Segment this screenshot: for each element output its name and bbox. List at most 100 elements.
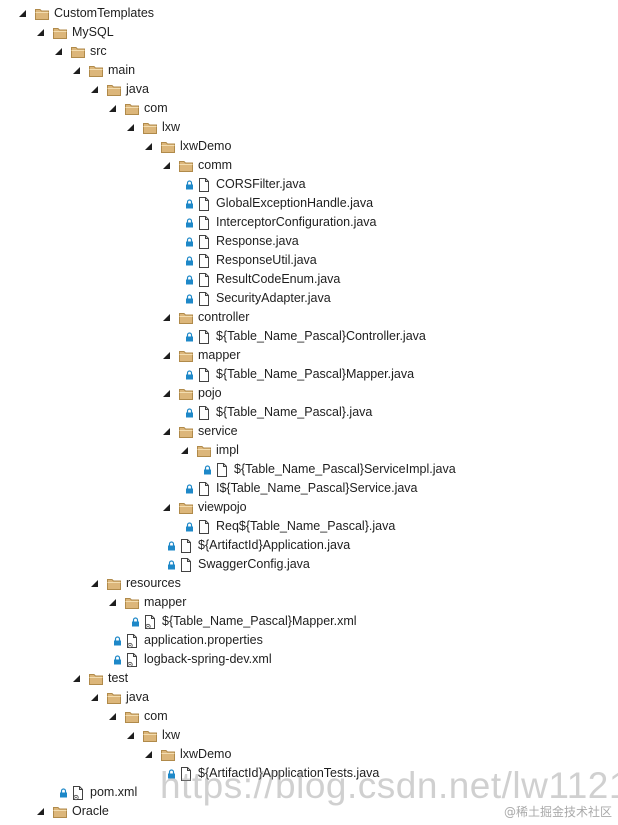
tree-item-label: pom.xml <box>90 785 138 799</box>
lock-icon <box>59 787 68 798</box>
expand-arrow-icon[interactable] <box>161 388 172 399</box>
tree-file-item[interactable]: I${Table_Name_Pascal}Service.java <box>185 479 418 498</box>
folder-icon <box>106 576 122 592</box>
expand-arrow-icon[interactable] <box>35 27 46 38</box>
folder-icon <box>196 443 212 459</box>
tree-folder-item[interactable]: mapper <box>161 346 240 365</box>
lock-icon <box>185 236 194 247</box>
tree-item-label: mapper <box>144 595 187 609</box>
expand-arrow-icon[interactable] <box>161 502 172 513</box>
expand-arrow-icon[interactable] <box>125 730 136 741</box>
tree-item-label: SecurityAdapter.java <box>216 291 331 305</box>
expand-arrow-icon[interactable] <box>161 160 172 171</box>
tree-file-item[interactable]: InterceptorConfiguration.java <box>185 213 377 232</box>
tree-file-item[interactable]: ${Table_Name_Pascal}Mapper.xml <box>131 612 357 631</box>
tree-folder-item[interactable]: viewpojo <box>161 498 247 517</box>
expand-arrow-icon[interactable] <box>107 597 118 608</box>
tree-folder-item[interactable]: mapper <box>107 593 186 612</box>
tree-file-item[interactable]: Req${Table_Name_Pascal}.java <box>185 517 395 536</box>
tree-file-item[interactable]: SwaggerConfig.java <box>167 555 310 574</box>
tree-item-label: ResponseUtil.java <box>216 253 317 267</box>
expand-arrow-icon[interactable] <box>17 8 28 19</box>
tree-file-item[interactable]: SecurityAdapter.java <box>185 289 331 308</box>
tree-folder-item[interactable]: main <box>71 61 135 80</box>
tree-folder-item[interactable]: java <box>89 80 149 99</box>
tree-folder-item[interactable]: resources <box>89 574 181 593</box>
tree-item-label: main <box>108 63 136 77</box>
expand-arrow-icon[interactable] <box>161 426 172 437</box>
lock-icon <box>167 559 176 570</box>
tree-folder-item[interactable]: lxwDemo <box>143 137 231 156</box>
tree-item-label: I${Table_Name_Pascal}Service.java <box>216 481 418 495</box>
tree-folder-item[interactable]: test <box>71 669 128 688</box>
file-icon <box>178 557 194 573</box>
expand-arrow-icon[interactable] <box>53 46 64 57</box>
tree-file-item[interactable]: ${ArtifactId}Application.java <box>167 536 350 555</box>
file-icon <box>178 766 194 782</box>
tree-file-item[interactable]: Response.java <box>185 232 299 251</box>
file-icon <box>196 405 212 421</box>
tree-file-item[interactable]: ResultCodeEnum.java <box>185 270 340 289</box>
expand-arrow-icon[interactable] <box>161 350 172 361</box>
lock-icon <box>185 217 194 228</box>
file-icon <box>196 367 212 383</box>
expand-arrow-icon[interactable] <box>125 122 136 133</box>
tree-item-label: GlobalExceptionHandle.java <box>216 196 374 210</box>
tree-folder-item[interactable]: service <box>161 422 238 441</box>
tree-file-item[interactable]: CORSFilter.java <box>185 175 306 194</box>
tree-folder-item[interactable]: impl <box>179 441 239 460</box>
xml-file-icon <box>70 785 86 801</box>
tree-file-item[interactable]: ${Table_Name_Pascal}Controller.java <box>185 327 426 346</box>
tree-folder-item[interactable]: src <box>53 42 107 61</box>
expand-arrow-icon[interactable] <box>107 711 118 722</box>
tree-folder-item[interactable]: com <box>107 707 168 726</box>
tree-file-item[interactable]: GlobalExceptionHandle.java <box>185 194 373 213</box>
tree-file-item[interactable]: ResponseUtil.java <box>185 251 317 270</box>
tree-folder-item[interactable]: Oracle <box>35 802 109 821</box>
expand-arrow-icon[interactable] <box>71 673 82 684</box>
tree-file-item[interactable]: ${ArtifactId}ApplicationTests.java <box>167 764 379 783</box>
tree-item-label: lxwDemo <box>180 139 232 153</box>
expand-arrow-icon[interactable] <box>161 312 172 323</box>
expand-arrow-icon[interactable] <box>35 806 46 817</box>
expand-arrow-icon[interactable] <box>107 103 118 114</box>
tree-file-item[interactable]: ${Table_Name_Pascal}ServiceImpl.java <box>203 460 456 479</box>
tree-item-label: pojo <box>198 386 222 400</box>
credit-text: @稀土掘金技术社区 <box>503 805 612 819</box>
expand-arrow-icon[interactable] <box>89 84 100 95</box>
expand-arrow-icon[interactable] <box>179 445 190 456</box>
tree-file-item[interactable]: logback-spring-dev.xml <box>113 650 272 669</box>
lock-icon <box>185 255 194 266</box>
expand-arrow-icon[interactable] <box>143 749 154 760</box>
tree-folder-item[interactable]: CustomTemplates <box>17 4 154 23</box>
folder-icon <box>142 120 158 136</box>
folder-icon <box>124 709 140 725</box>
tree-file-item[interactable]: ${Table_Name_Pascal}Mapper.java <box>185 365 414 384</box>
tree-folder-item[interactable]: lxw <box>125 726 180 745</box>
tree-folder-item[interactable]: lxw <box>125 118 180 137</box>
tree-folder-item[interactable]: comm <box>161 156 232 175</box>
folder-icon <box>160 139 176 155</box>
tree-folder-item[interactable]: com <box>107 99 168 118</box>
tree-folder-item[interactable]: MySQL <box>35 23 114 42</box>
tree-folder-item[interactable]: java <box>89 688 149 707</box>
expand-arrow-icon[interactable] <box>89 692 100 703</box>
expand-arrow-icon[interactable] <box>89 578 100 589</box>
folder-icon <box>106 690 122 706</box>
tree-folder-item[interactable]: lxwDemo <box>143 745 231 764</box>
file-icon <box>196 234 212 250</box>
tree-item-label: java <box>126 82 149 96</box>
tree-item-label: Req${Table_Name_Pascal}.java <box>216 519 396 533</box>
expand-arrow-icon[interactable] <box>71 65 82 76</box>
tree-file-item[interactable]: pom.xml <box>59 783 137 802</box>
expand-arrow-icon[interactable] <box>143 141 154 152</box>
folder-icon <box>178 310 194 326</box>
folder-icon <box>178 500 194 516</box>
tree-file-item[interactable]: application.properties <box>113 631 263 650</box>
tree-folder-item[interactable]: controller <box>161 308 249 327</box>
xml-file-icon <box>124 652 140 668</box>
tree-folder-item[interactable]: pojo <box>161 384 222 403</box>
lock-icon <box>185 198 194 209</box>
tree-item-label: logback-spring-dev.xml <box>144 652 272 666</box>
tree-file-item[interactable]: ${Table_Name_Pascal}.java <box>185 403 372 422</box>
